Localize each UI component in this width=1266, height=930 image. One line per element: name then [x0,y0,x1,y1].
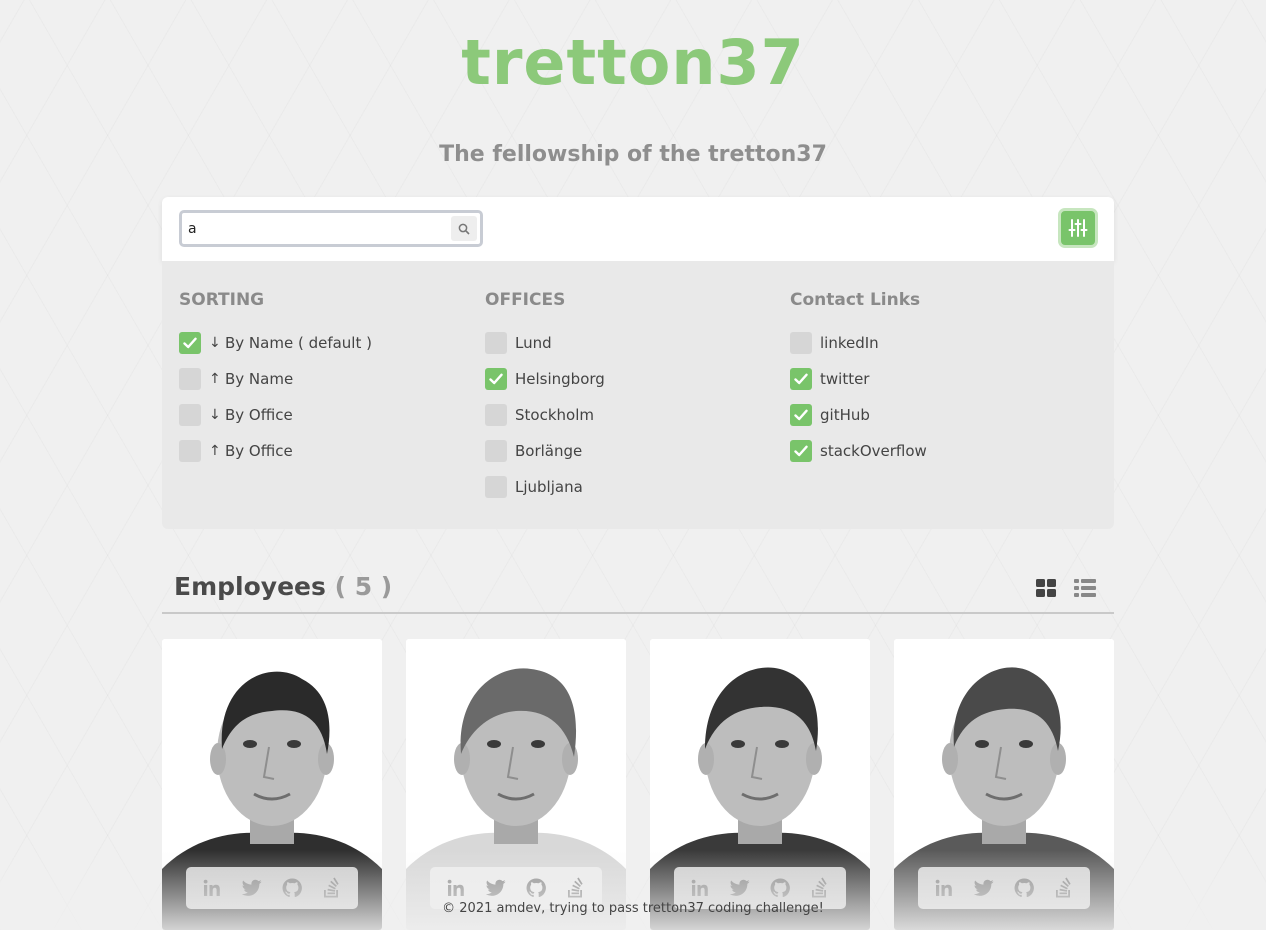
sort-option[interactable]: ↑ By Office [179,433,372,469]
search-bar [162,197,1114,261]
contact-link-checkbox[interactable] [790,440,812,462]
contact-link-option[interactable]: linkedIn [790,325,927,361]
office-label: Stockholm [515,406,594,424]
stackoverflow-icon[interactable] [809,877,831,899]
employees-header: Employees ( 5 ) [162,570,1114,614]
github-icon[interactable] [769,877,791,899]
sorting-group: SORTING ↓ By Name ( default ) ↑ By Name ↓ By … [179,290,372,469]
github-icon[interactable] [281,877,303,899]
stackoverflow-icon[interactable] [321,877,343,899]
sort-direction-icon: ↓ [209,407,221,423]
office-label: Borlänge [515,442,583,460]
search-button[interactable] [451,216,477,241]
filter-panel: SORTING ↓ By Name ( default ) ↑ By Name ↓ By … [162,261,1114,529]
sort-option[interactable]: ↓ By Name ( default ) [179,325,372,361]
employees-count: ( 5 ) [334,572,393,601]
grid-view-button[interactable] [1036,579,1056,601]
office-option[interactable]: Borlänge [485,433,605,469]
contact-link-label: linkedIn [820,334,879,352]
list-view-button[interactable] [1074,579,1096,601]
employee-card[interactable] [162,639,382,930]
office-checkbox[interactable] [485,332,507,354]
sorting-title: SORTING [179,290,265,310]
contact-links-group: Contact Links linkedIn twitter gitHub stack… [790,290,927,469]
contact-link-checkbox[interactable] [790,404,812,426]
office-label: Lund [515,334,552,352]
sort-direction-icon: ↓ [209,335,221,351]
contact-link-option[interactable]: twitter [790,361,927,397]
stackoverflow-icon[interactable] [565,877,587,899]
office-checkbox[interactable] [485,404,507,426]
linkedin-icon[interactable] [445,877,467,899]
sliders-icon [1068,219,1088,237]
sort-label: By Name [225,370,294,388]
offices-title: OFFICES [485,290,566,310]
sort-checkbox[interactable] [179,332,201,354]
employee-card[interactable] [406,639,626,930]
linkedin-icon[interactable] [201,877,223,899]
search-field [179,210,483,247]
contact-link-option[interactable]: stackOverflow [790,433,927,469]
sort-checkbox[interactable] [179,404,201,426]
logo: tretton37 [461,26,805,99]
office-option[interactable]: Lund [485,325,605,361]
sort-label: By Name ( default ) [225,334,372,352]
search-icon [458,223,470,235]
search-input[interactable] [188,217,446,241]
sort-direction-icon: ↑ [209,443,221,459]
sort-option[interactable]: ↓ By Office [179,397,372,433]
employees-label: Employees [174,572,326,601]
office-label: Helsingborg [515,370,605,388]
sort-label: By Office [225,406,293,424]
employee-card[interactable] [894,639,1114,930]
page-subtitle: The fellowship of the tretton37 [439,142,827,167]
sort-direction-icon: ↑ [209,371,221,387]
office-checkbox[interactable] [485,368,507,390]
offices-group: OFFICES Lund Helsingborg Stockholm Borlänge… [485,290,605,505]
contact-link-label: twitter [820,370,870,388]
office-option[interactable]: Ljubljana [485,469,605,505]
twitter-icon[interactable] [973,877,995,899]
stackoverflow-icon[interactable] [1053,877,1075,899]
contact-link-option[interactable]: gitHub [790,397,927,433]
linkedin-icon[interactable] [933,877,955,899]
filter-toggle-button[interactable] [1058,208,1098,248]
sort-label: By Office [225,442,293,460]
sort-checkbox[interactable] [179,368,201,390]
office-option[interactable]: Helsingborg [485,361,605,397]
grid-view-icon [1036,579,1056,597]
contact-link-checkbox[interactable] [790,332,812,354]
office-label: Ljubljana [515,478,583,496]
linkedin-icon[interactable] [689,877,711,899]
twitter-icon[interactable] [241,877,263,899]
github-icon[interactable] [1013,877,1035,899]
contact-link-checkbox[interactable] [790,368,812,390]
sort-checkbox[interactable] [179,440,201,462]
sort-option[interactable]: ↑ By Name [179,361,372,397]
twitter-icon[interactable] [485,877,507,899]
contact-links-title: Contact Links [790,290,921,310]
contact-link-label: gitHub [820,406,870,424]
footer: © 2021 amdev, trying to pass tretton37 c… [442,901,824,916]
employee-cards [162,639,1114,930]
twitter-icon[interactable] [729,877,751,899]
employee-card[interactable] [650,639,870,930]
github-icon[interactable] [525,877,547,899]
office-checkbox[interactable] [485,440,507,462]
contact-link-label: stackOverflow [820,442,927,460]
office-checkbox[interactable] [485,476,507,498]
office-option[interactable]: Stockholm [485,397,605,433]
employees-title: Employees ( 5 ) [174,572,392,601]
list-view-icon [1074,579,1096,597]
